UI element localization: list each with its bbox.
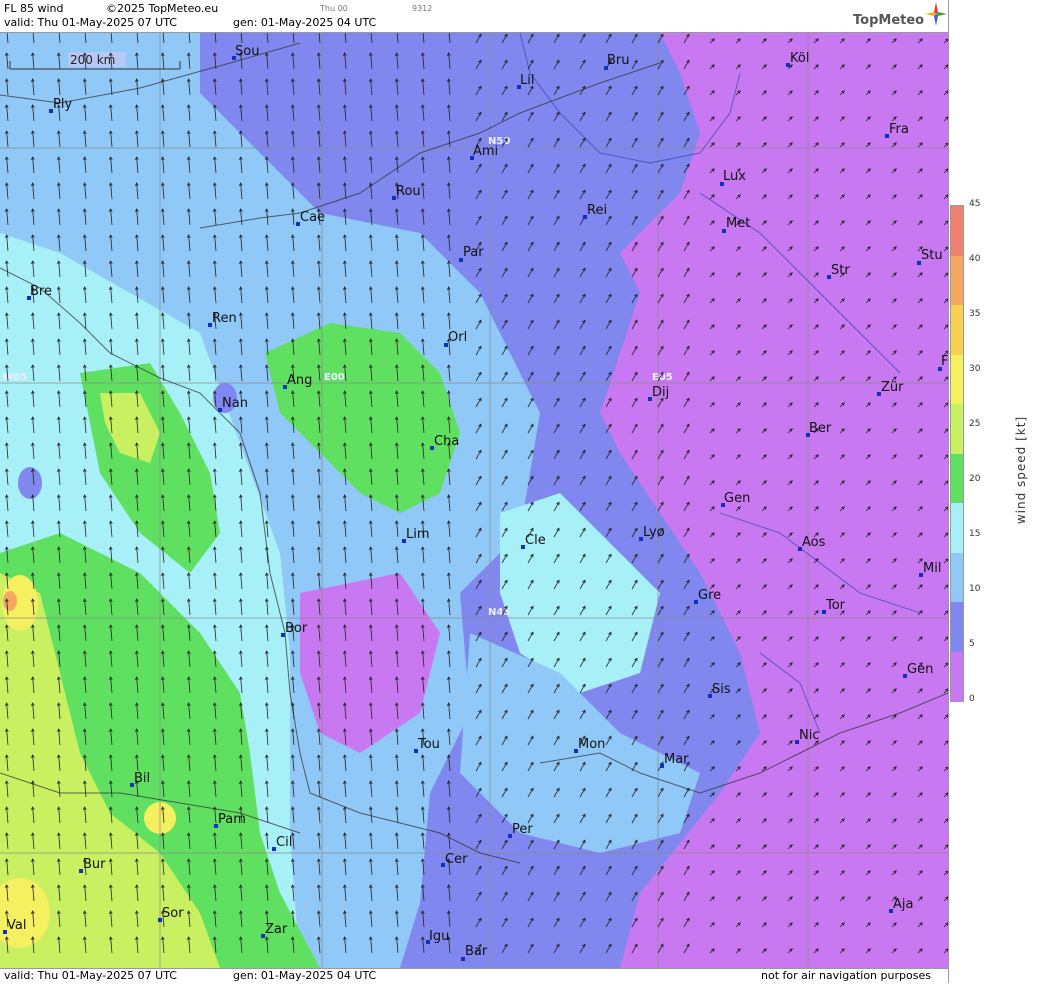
city-ang: Ang	[287, 373, 312, 388]
disclaimer-text: not for air navigation purposes	[761, 969, 931, 982]
city-zar: Zar	[265, 922, 288, 937]
city-stu: Stu	[921, 248, 943, 263]
city-gen-ch: Gen	[724, 491, 750, 506]
city-igu: Igu	[429, 929, 449, 944]
city-aos: Aos	[802, 535, 826, 550]
city-lil: Lil	[520, 73, 534, 88]
city-pam: Pam	[218, 812, 246, 827]
colorbar-tick-label: 25	[969, 419, 981, 429]
city-bru: Bru	[607, 53, 630, 68]
copyright-text: ©2025 TopMeteo.eu	[106, 2, 219, 15]
city-bur: Bur	[83, 857, 106, 872]
city-mon: Mon	[578, 737, 605, 752]
city-ren: Ren	[212, 311, 237, 326]
colorbar-tick-label: 45	[969, 199, 981, 209]
city-ply: Ply	[53, 97, 72, 112]
city-bil: Bil	[134, 771, 150, 786]
product-title: FL 85 wind	[4, 2, 64, 15]
footer-valid-time: valid: Thu 01-May-2025 07 UTC	[4, 969, 177, 982]
topmeteo-logo-text: TopMeteo	[853, 13, 925, 28]
valid-time: valid: Thu 01-May-2025 07 UTC	[4, 16, 177, 29]
colorbar-tick-label: 35	[969, 309, 981, 319]
colorbar-segment	[951, 453, 963, 505]
colorbar-segment	[951, 255, 963, 307]
small-code-label: 9312	[412, 4, 433, 13]
panel-divider	[948, 0, 949, 983]
city-par: Par	[463, 245, 484, 260]
city-lux: Lux	[723, 169, 746, 184]
city-kol: Köl	[790, 51, 809, 66]
city-rou: Rou	[396, 184, 421, 199]
grid-label-w05: W05	[2, 372, 27, 383]
city-bre: Bre	[30, 284, 52, 299]
city-ber: Ber	[809, 421, 832, 436]
compass-star-icon	[925, 2, 947, 26]
city-per: Per	[512, 822, 533, 837]
city-tor: Tor	[825, 598, 846, 613]
colorbar-segment	[951, 206, 963, 257]
city-tou: Tou	[417, 737, 440, 752]
wind-map[interactable]: 200 km N50 N45 W05 E00 E05 Sou Bru Köl P…	[0, 33, 948, 968]
city-aja: Aja	[893, 897, 913, 912]
city-zur: Zür	[881, 380, 904, 395]
city-lim: Lim	[406, 527, 430, 542]
colorbar-tick-label: 20	[969, 474, 981, 484]
colorbar-segment	[951, 503, 963, 554]
city-sis: Sis	[712, 682, 731, 697]
gen-time: gen: 01-May-2025 04 UTC	[233, 16, 377, 29]
colorbar-segment	[951, 354, 963, 406]
city-str: Str	[831, 263, 850, 278]
city-cer: Cer	[445, 852, 468, 867]
grid-label-e00: E00	[324, 372, 345, 383]
city-fra: Fra	[889, 122, 909, 137]
colorbar-tick-label: 30	[969, 364, 981, 374]
small-day-label: Thu 00	[320, 4, 348, 13]
city-ami: Ami	[473, 144, 498, 159]
city-gre: Gre	[698, 588, 721, 603]
city-rei: Rei	[587, 203, 607, 218]
colorbar-segment	[951, 305, 963, 356]
colorbar-title: wind speed [kt]	[1014, 415, 1028, 525]
city-mar: Mar	[664, 752, 689, 767]
city-cle: Cle	[525, 533, 546, 548]
city-orl: Orl	[448, 330, 467, 345]
city-nic: Nic	[799, 728, 819, 743]
city-sou: Sou	[235, 44, 259, 59]
colorbar-tick-label: 15	[969, 529, 981, 539]
colorbar-segment	[951, 602, 963, 653]
header-bar: FL 85 wind ©2025 TopMeteo.eu Thu 00 9312…	[0, 0, 948, 33]
city-cil: Cil	[276, 835, 292, 850]
colorbar-segment	[951, 404, 963, 455]
footer-gen-time: gen: 01-May-2025 04 UTC	[233, 969, 377, 982]
city-mil: Mil	[923, 561, 941, 576]
wind-map-canvas: 200 km N50 N45 W05 E00 E05 Sou Bru Köl P…	[0, 33, 948, 968]
colorbar-tick-label: 40	[969, 254, 981, 264]
city-nan: Nan	[222, 396, 248, 411]
colorbar-tick-label: 5	[969, 639, 975, 649]
city-lyo: Lyo	[643, 525, 665, 540]
city-gen-it: Gen	[907, 662, 933, 677]
city-bar: Bar	[465, 944, 488, 959]
city-sor: Sor	[162, 906, 184, 921]
wind-speed-colorbar	[950, 205, 964, 703]
footer-bar: valid: Thu 01-May-2025 07 UTC gen: 01-Ma…	[0, 968, 948, 984]
city-cae: Cae	[300, 210, 325, 225]
city-val: Val	[7, 918, 26, 933]
city-met: Met	[726, 216, 750, 231]
scale-bar-label: 200 km	[70, 53, 115, 67]
city-cha: Cha	[434, 434, 459, 449]
city-dij: Dij	[652, 385, 669, 400]
colorbar-tick-label: 0	[969, 694, 975, 704]
colorbar-segment	[951, 651, 963, 703]
city-bor: Bor	[285, 621, 308, 636]
city-f: F	[941, 354, 948, 369]
colorbar-segment	[951, 552, 963, 604]
colorbar-tick-label: 10	[969, 584, 981, 594]
